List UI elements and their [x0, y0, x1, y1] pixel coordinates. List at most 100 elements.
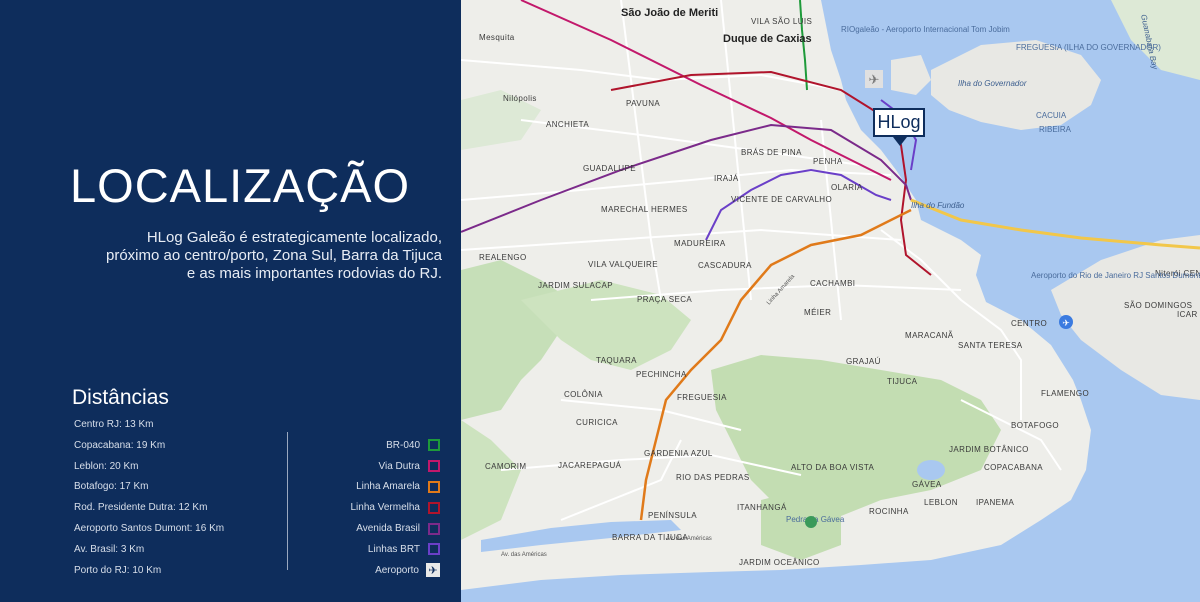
legend-swatch: [428, 439, 440, 452]
place-label: COPACABANA: [984, 463, 1043, 472]
distance-item: Porto do RJ: 10 Km: [74, 564, 162, 576]
place-label: JARDIM BOTÂNICO: [949, 445, 1029, 454]
legend-item-aeroporto: Aeroporto ✈: [351, 560, 440, 581]
place-label: VILA SÃO LUIS: [751, 17, 812, 26]
legend-swatch: [428, 480, 440, 493]
place-label: São João de Meriti: [621, 7, 718, 19]
place-label: LEBLON: [924, 498, 958, 507]
airplane-icon: ✈: [869, 72, 880, 87]
lagoa-rodrigo-de-freitas: [917, 460, 945, 480]
place-label: SÃO DOMINGOS: [1124, 301, 1192, 310]
hlog-marker-pin: [893, 137, 907, 146]
place-label: IPANEMA: [976, 498, 1014, 507]
place-label: ROCINHA: [869, 507, 909, 516]
legend-label: Linha Vermelha: [350, 502, 421, 514]
place-label: Duque de Caxias: [723, 33, 812, 45]
legend-item-br040: BR-040: [351, 435, 440, 456]
place-label: GUADALUPE: [583, 164, 636, 173]
place-label: RIBEIRA: [1039, 125, 1072, 134]
place-label: CASCADURA: [698, 261, 752, 270]
place-label: TIJUCA: [887, 377, 918, 386]
place-label: JARDIM SULACAP: [538, 281, 613, 290]
place-label: Mesquita: [479, 33, 515, 42]
poi-label-galeao-airport: RIOgaleão - Aeroporto Internacional Tom …: [841, 25, 1010, 34]
legend-swatch: [428, 543, 440, 556]
place-label: JARDIM OCEÂNICO: [739, 558, 820, 567]
place-label: FREGUESIA (ILHA DO GOVERNADOR): [1016, 43, 1161, 52]
legend-label: Linha Amarela: [356, 481, 420, 493]
place-label: CURICICA: [576, 418, 618, 427]
page-title: LOCALIZAÇÃO: [70, 159, 411, 212]
legend-item-linhas-brt: Linhas BRT: [351, 539, 440, 560]
place-label: REALENGO: [479, 253, 527, 262]
place-label: CAMORIM: [485, 462, 526, 471]
distances-title: Distâncias: [72, 386, 169, 409]
place-label: VILA VALQUEIRE: [588, 260, 658, 269]
map[interactable]: São João de Meriti Duque de Caxias Mesqu…: [461, 0, 1200, 602]
place-label: OLARIA: [831, 183, 863, 192]
legend-item-via-dutra: Via Dutra: [351, 456, 440, 477]
place-label: ICAR: [1177, 310, 1198, 319]
legend-label: Via Dutra: [378, 460, 420, 472]
place-label: MARECHAL HERMES: [601, 205, 688, 214]
place-label: PECHINCHA: [636, 370, 687, 379]
legend-item-linha-vermelha: Linha Vermelha: [350, 497, 440, 518]
distance-item: Rod. Presidente Dutra: 12 Km: [74, 502, 208, 514]
place-label: GÁVEA: [912, 480, 942, 489]
place-label: PENHA: [813, 157, 843, 166]
distances-list: Centro RJ: 13 Km Copacabana: 19 Km Leblo…: [74, 418, 224, 584]
place-label: FLAMENGO: [1041, 389, 1089, 398]
poi-label-santos-dumont: Aeroporto do Rio de Janeiro RJ Santos Du…: [1031, 271, 1200, 280]
road-label: Av. das Américas: [666, 536, 712, 542]
place-label: GARDENIA AZUL: [644, 449, 713, 458]
place-label: BOTAFOGO: [1011, 421, 1059, 430]
info-panel: LOCALIZAÇÃO HLog Galeão é estrategicamen…: [0, 0, 461, 602]
place-label: JACAREPAGUÁ: [558, 461, 622, 470]
place-label: PAVUNA: [626, 99, 660, 108]
place-label: TAQUARA: [596, 356, 637, 365]
place-label: ALTO DA BOA VISTA: [791, 463, 875, 472]
place-label: PRAÇA SECA: [637, 295, 692, 304]
place-label: ITANHANGÁ: [737, 503, 787, 512]
place-label: MADUREIRA: [674, 239, 726, 248]
place-label: Ilha do Fundão: [911, 201, 965, 210]
place-label: PENÍNSULA: [648, 511, 697, 520]
airplane-icon: ✈: [1062, 318, 1070, 328]
park-pin-icon[interactable]: [805, 516, 817, 528]
place-label: MÉIER: [804, 308, 831, 317]
place-label: GRAJAÚ: [846, 357, 881, 366]
legend-swatch: [428, 460, 440, 473]
distance-item: Leblon: 20 Km: [74, 460, 139, 472]
place-label: Ilha do Governador: [958, 79, 1027, 88]
page: LOCALIZAÇÃO HLog Galeão é estrategicamen…: [0, 0, 1200, 602]
distance-item: Copacabana: 19 Km: [74, 439, 166, 451]
place-label: CACHAMBI: [810, 279, 855, 288]
place-label: SANTA TERESA: [958, 341, 1023, 350]
legend-swatch: [428, 522, 440, 535]
legend-swatch: [428, 501, 440, 514]
intro-text: HLog Galeão é estrategicamente localizad…: [105, 229, 442, 282]
map-legend: BR-040 Via Dutra Linha Amarela Linha Ver…: [350, 435, 440, 581]
place-label: RIO DAS PEDRAS: [676, 473, 750, 482]
place-label: Nilópolis: [503, 94, 537, 103]
place-label: MARACANÃ: [905, 331, 954, 340]
distance-item: Centro RJ: 13 Km: [74, 419, 154, 430]
legend-label: Avenida Brasil: [356, 523, 420, 535]
airplane-icon: ✈: [426, 563, 440, 578]
place-label: IRAJÁ: [714, 174, 739, 183]
place-label: ANCHIETA: [546, 120, 589, 129]
place-label: COLÔNIA: [564, 390, 603, 399]
legend-item-linha-amarela: Linha Amarela: [351, 477, 440, 498]
legend-label: Aeroporto: [375, 564, 419, 576]
distance-item: Botafogo: 17 Km: [74, 481, 149, 493]
legend-item-avenida-brasil: Avenida Brasil: [351, 518, 440, 539]
place-label: FREGUESIA: [677, 393, 727, 402]
distance-item: Av. Brasil: 3 Km: [74, 543, 145, 555]
place-label: CACUIA: [1036, 111, 1067, 120]
legend-label: BR-040: [386, 439, 420, 451]
hlog-location-marker[interactable]: HLog: [873, 108, 925, 137]
place-label: BRÁS DE PINA: [741, 148, 802, 157]
legend-label: Linhas BRT: [367, 543, 420, 555]
place-label: CENTRO: [1011, 319, 1047, 328]
place-label: VICENTE DE CARVALHO: [731, 195, 832, 204]
